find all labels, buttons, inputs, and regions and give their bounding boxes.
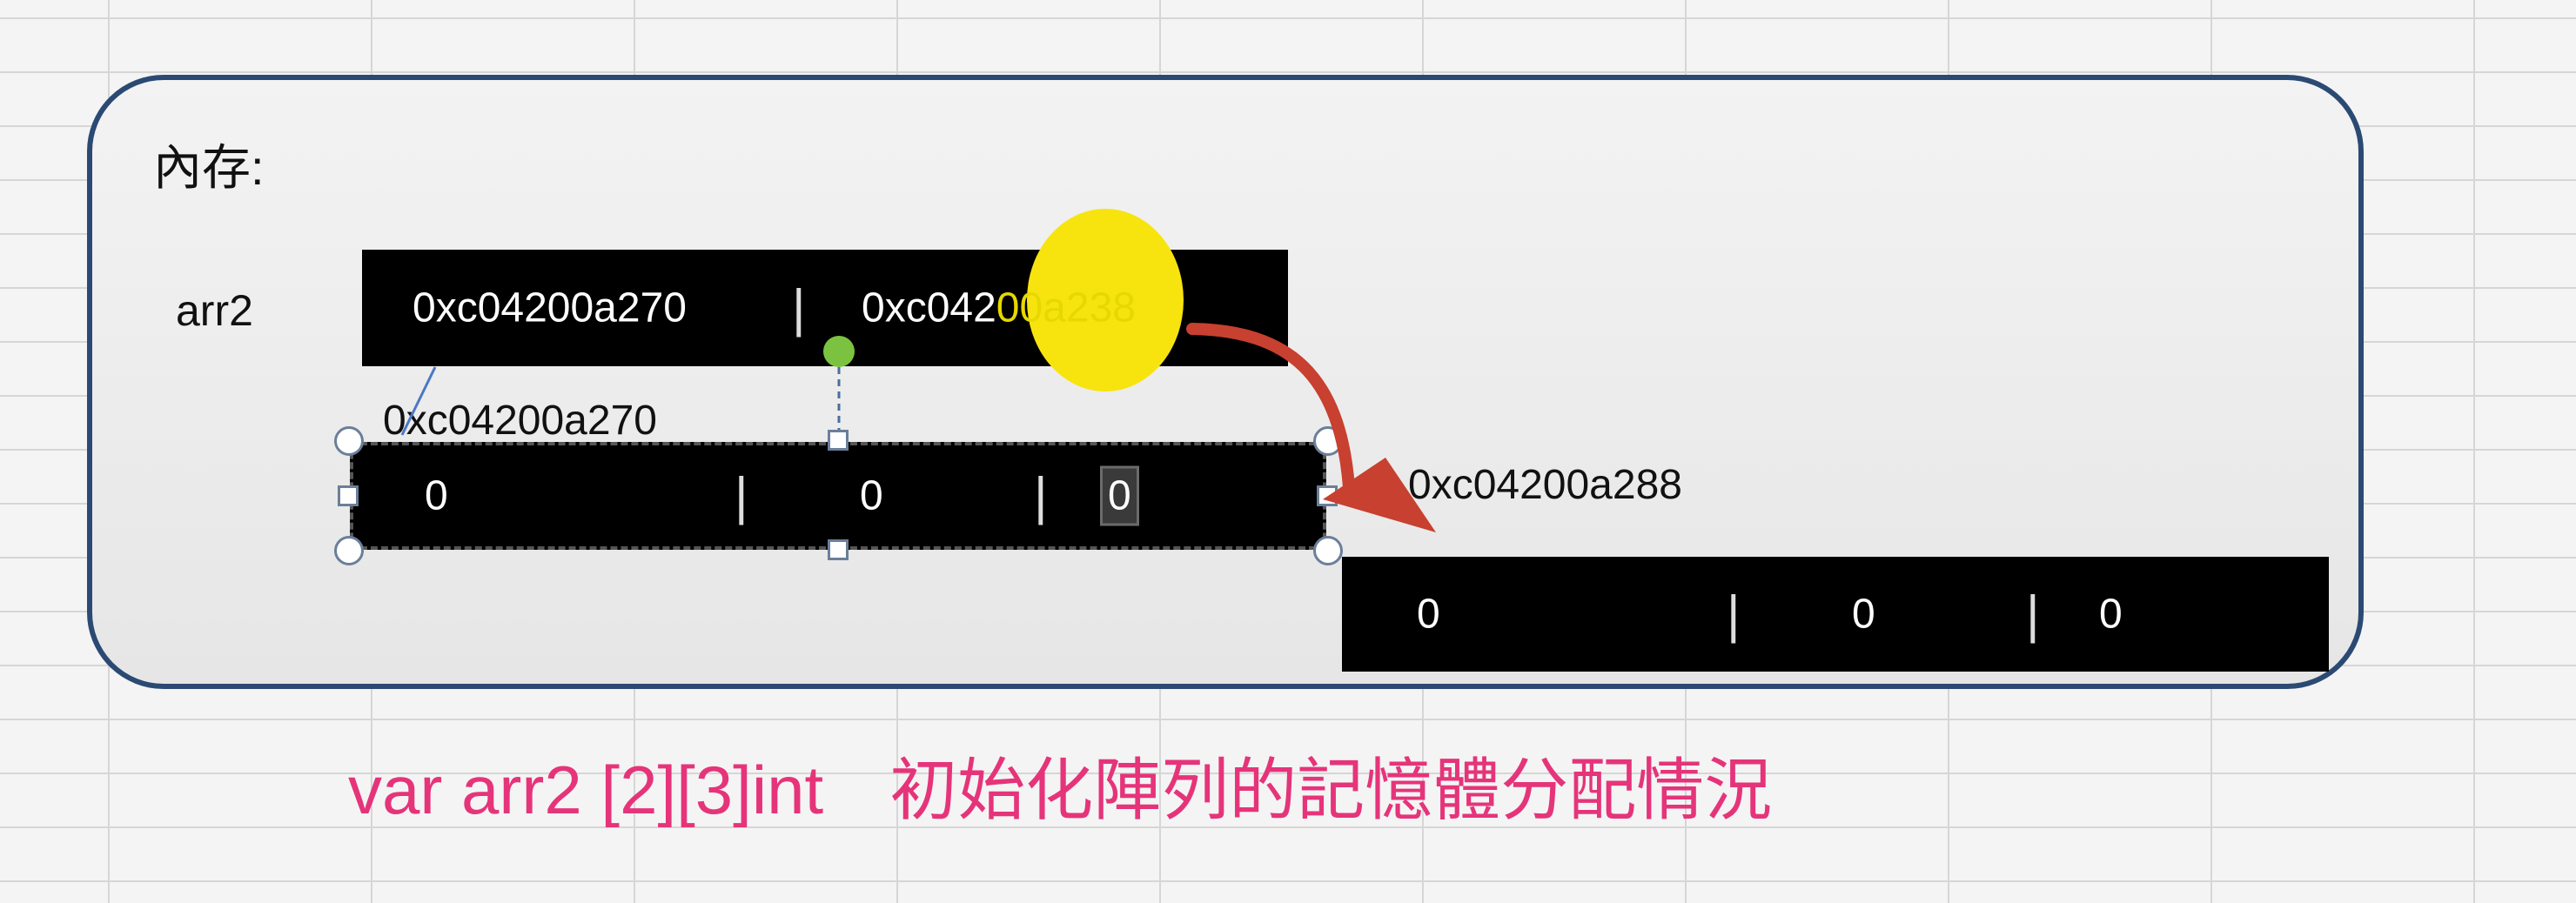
- caption-code: var arr2 [2][3]int: [348, 752, 824, 828]
- pointer-connector-line: [400, 366, 437, 436]
- caption: var arr2 [2][3]int 初始化陣列的記憶體分配情況: [348, 736, 1772, 833]
- pointer-arrow-shaft: [1186, 323, 1355, 493]
- pointer-arrow-head: [1323, 458, 1436, 532]
- caption-text: 初始化陣列的記憶體分配情況: [889, 752, 1773, 828]
